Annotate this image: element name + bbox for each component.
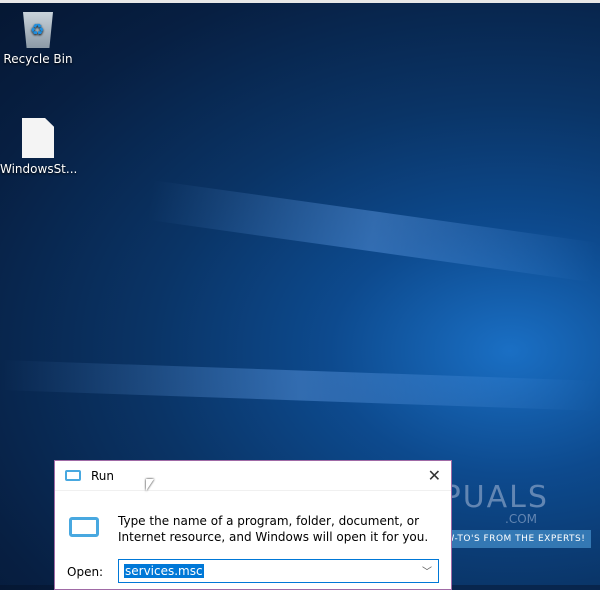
open-input-value[interactable]: services.msc: [124, 564, 204, 578]
icon-label: Recycle Bin: [3, 52, 73, 66]
file-icon: [22, 118, 54, 158]
recycle-bin-icon: [23, 12, 53, 48]
icon-label: WindowsSt...: [0, 162, 78, 176]
desktop-icon-recycle-bin[interactable]: Recycle Bin: [0, 12, 76, 66]
wallpaper-light: [0, 360, 600, 411]
wallpaper-light: [147, 180, 599, 283]
close-button[interactable]: ✕: [428, 466, 441, 485]
dialog-description: Type the name of a program, folder, docu…: [118, 514, 429, 544]
window-edge: [0, 0, 600, 3]
run-icon: [65, 470, 81, 481]
watermark-domain: .COM: [505, 512, 537, 526]
title-bar[interactable]: Run: [55, 461, 451, 491]
mouse-cursor-icon: [146, 479, 154, 491]
chevron-down-icon[interactable]: ﹀: [422, 563, 432, 578]
dialog-title: Run: [91, 468, 115, 483]
run-app-icon: [69, 517, 99, 537]
open-combobox[interactable]: services.msc ﹀: [118, 559, 439, 583]
run-dialog: Run ✕ Type the name of a program, folder…: [54, 460, 452, 590]
open-label: Open:: [67, 565, 104, 579]
desktop-icon-file[interactable]: WindowsSt...: [0, 118, 78, 176]
